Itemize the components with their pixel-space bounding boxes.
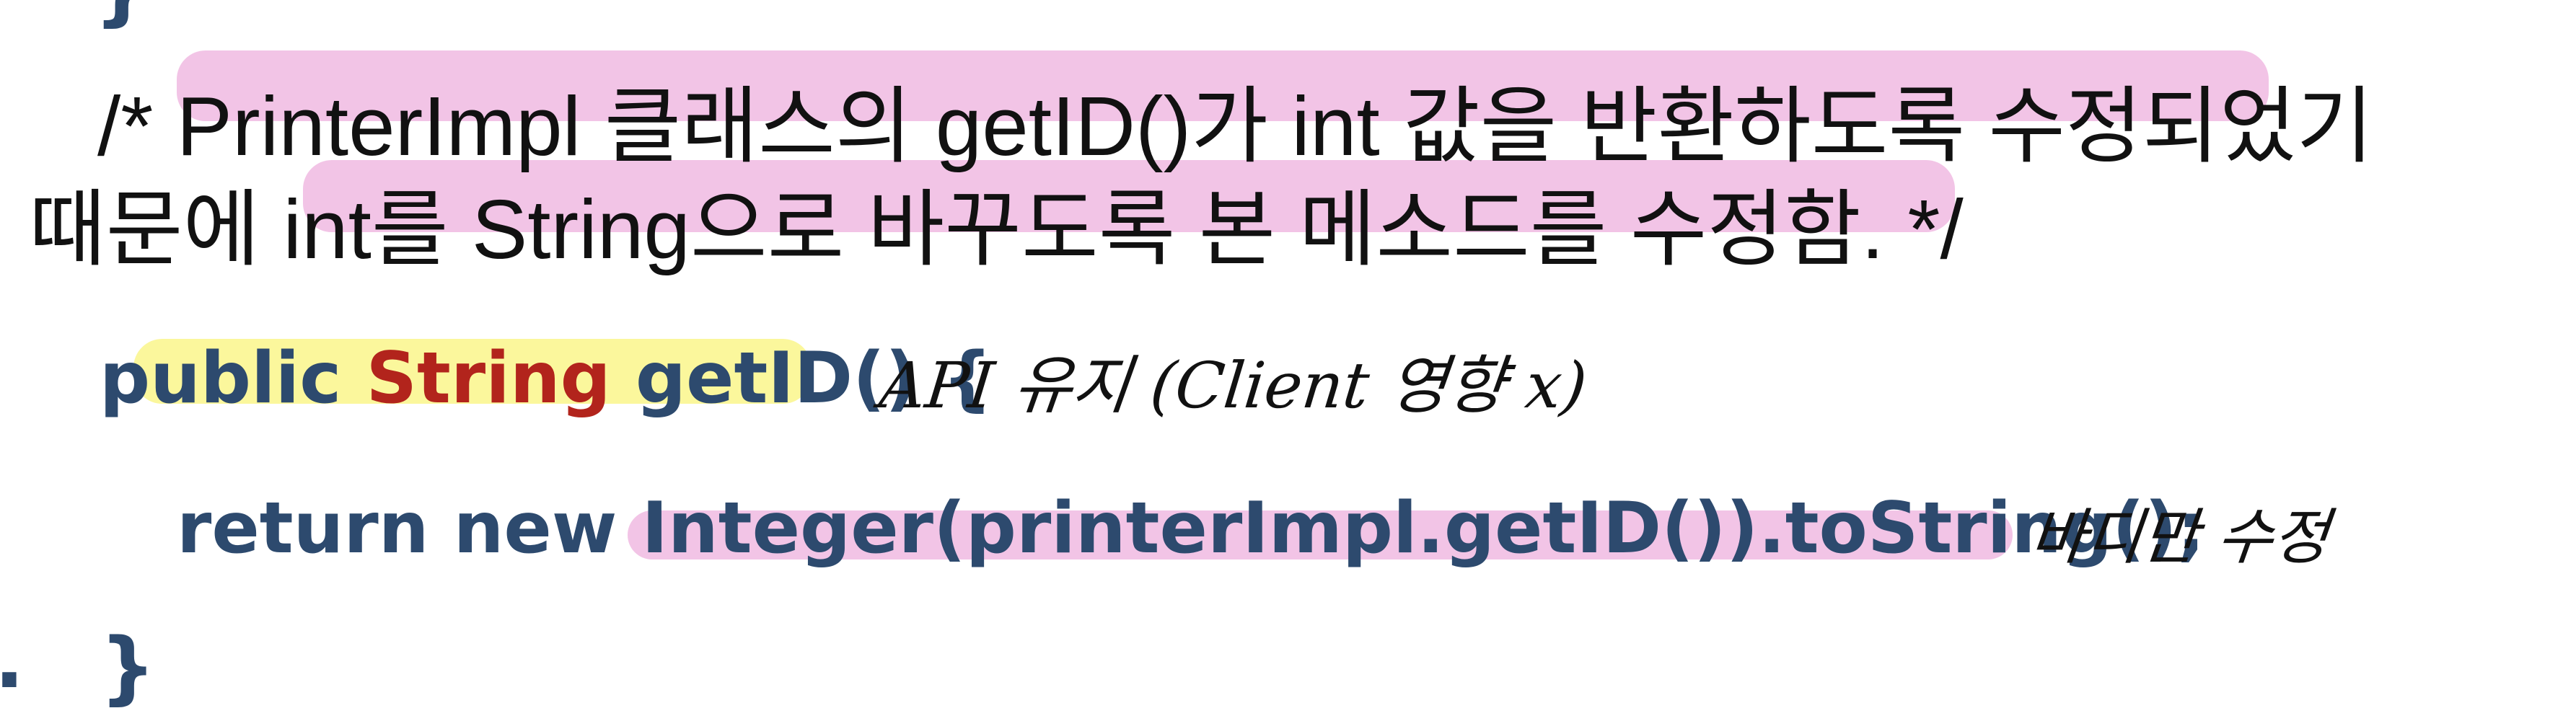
public-keyword: public [100, 337, 342, 420]
signature-handwritten-note: API 유지 (Client 영향 x) [876, 348, 1591, 423]
method-closing-brace: } [100, 621, 157, 713]
comment-line-2: 때문에 int를 String으로 바꾸도록 본 메소드를 수정함. */ [29, 182, 1964, 276]
return-statement: return new Integer(printerImpl.getID()).… [177, 487, 2205, 570]
method-name: getID() [635, 337, 918, 420]
method-signature: public String getID() { [100, 332, 993, 425]
top-closing-brace-fragment: } [94, 0, 150, 35]
comment-line-1: /* PrinterImpl 클래스의 getID()가 int 값을 반환하도… [97, 79, 2374, 173]
body-handwritten-note: 바디만 수정 [2026, 502, 2333, 572]
return-type: String [366, 337, 611, 420]
left-marker: . [0, 613, 25, 707]
